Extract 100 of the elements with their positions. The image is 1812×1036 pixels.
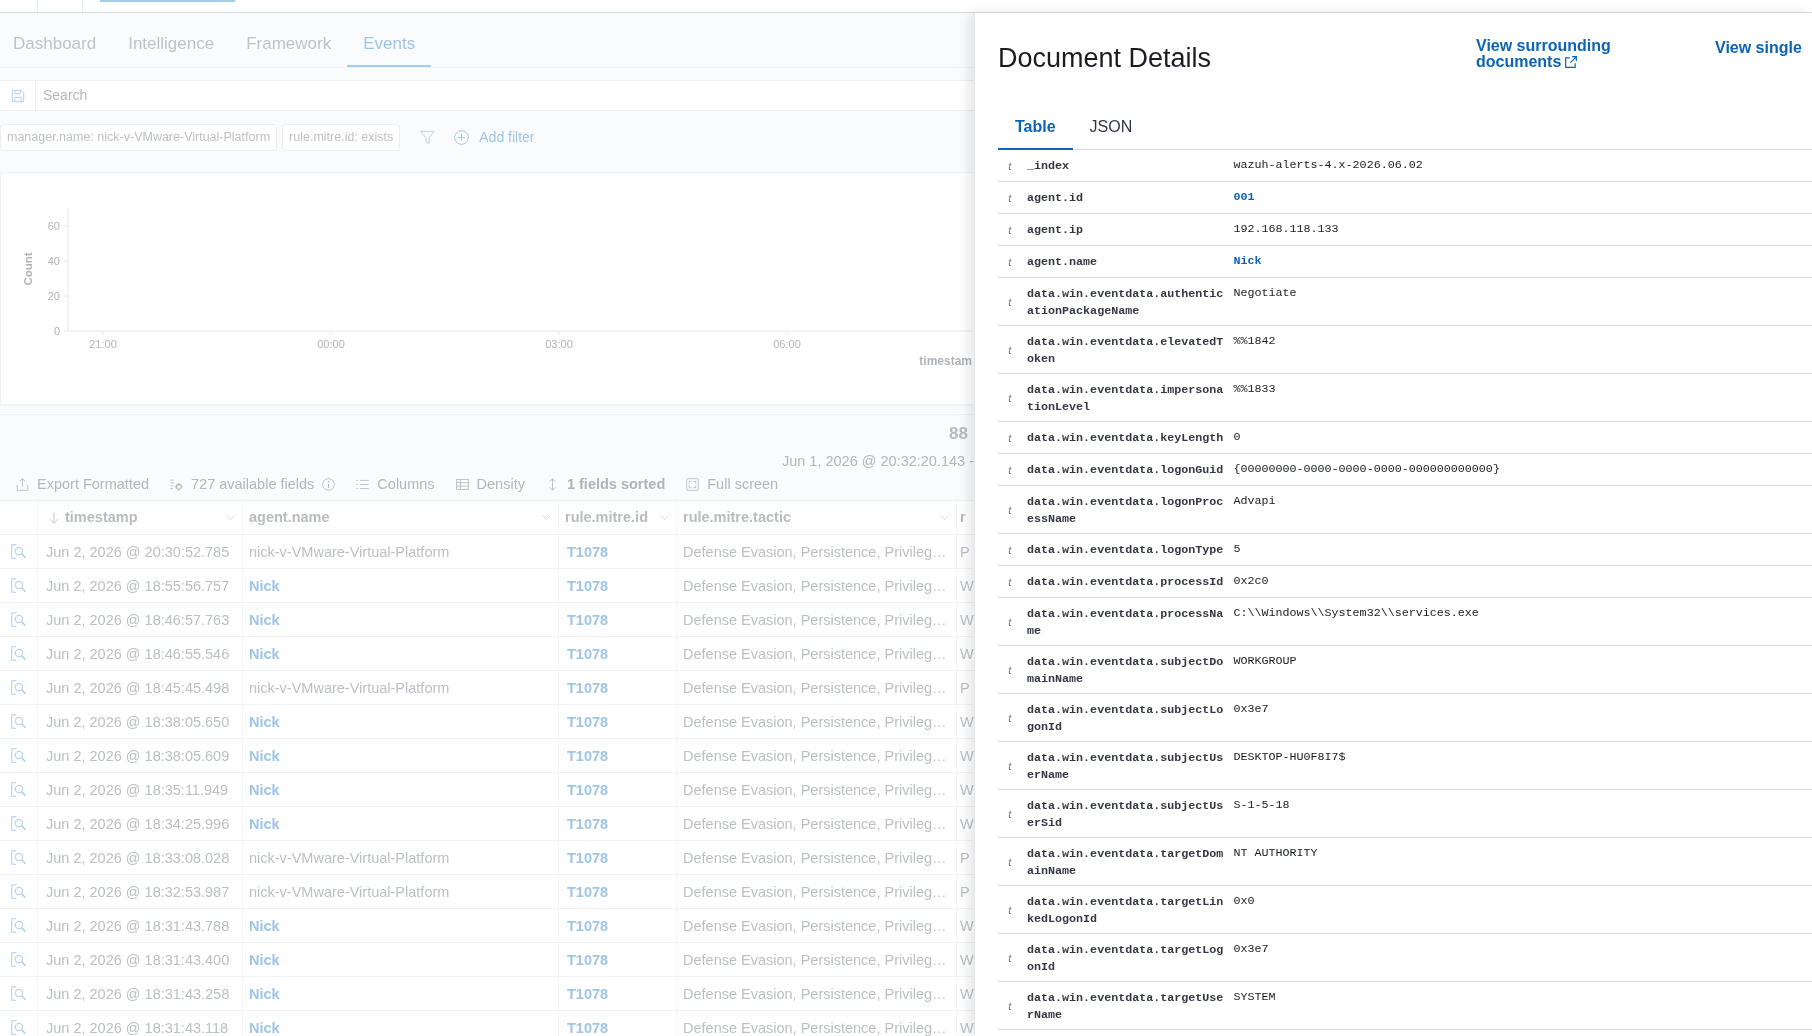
agent-link[interactable]: Nick [249, 610, 280, 629]
nav-tab[interactable]: Intelligence [112, 13, 231, 67]
agent-link[interactable]: Nick [249, 644, 280, 663]
document-magnifier-icon[interactable] [11, 782, 26, 797]
truncated-text: W [960, 814, 974, 833]
timestamp-text: Jun 2, 2026 @ 18:31:43.258 [46, 984, 230, 1003]
technique-link[interactable]: T1078 [567, 950, 609, 969]
column-header[interactable]: rule.mitre.tactic [677, 501, 956, 534]
add-filter-button[interactable]: Add filter [454, 127, 535, 148]
nav-tab[interactable]: Framework [230, 13, 348, 67]
agent-link[interactable]: Nick [249, 576, 280, 595]
tactic-text: Defense Evasion, Persistence, Privileg… [683, 984, 947, 1003]
document-magnifier-icon[interactable] [11, 544, 26, 559]
technique-link[interactable]: T1078 [567, 576, 609, 595]
x-tick-label: 06:00 [773, 338, 801, 350]
document-magnifier-icon[interactable] [11, 612, 26, 627]
document-magnifier-icon[interactable] [11, 578, 26, 593]
truncated-text: W [960, 950, 974, 969]
technique-link[interactable]: T1078 [567, 780, 609, 799]
document-magnifier-icon[interactable] [11, 918, 26, 933]
tactic-text: Defense Evasion, Persistence, Privileg… [683, 712, 947, 731]
agent-link[interactable]: Nick [249, 780, 280, 799]
column-header[interactable]: rule.mitre.id [559, 501, 676, 534]
tactic-text: Defense Evasion, Persistence, Privileg… [683, 678, 947, 697]
density-button[interactable]: Density [455, 474, 525, 494]
column-header[interactable]: agent.name [243, 501, 558, 534]
field-value-link[interactable]: 001 [1233, 189, 1255, 206]
agent-link[interactable]: Nick [249, 916, 280, 935]
document-magnifier-icon[interactable] [11, 986, 26, 1001]
fullscreen-button[interactable]: Full screen [686, 474, 779, 494]
sort-button[interactable]: 1 fields sorted [545, 474, 666, 494]
field-type-token: t [1008, 807, 1012, 820]
nav-tab[interactable]: Events [347, 13, 432, 67]
nav-tab[interactable]: Dashboard [0, 13, 113, 67]
technique-link[interactable]: T1078 [567, 644, 609, 663]
save-icon[interactable] [10, 88, 25, 103]
technique-link[interactable]: T1078 [567, 678, 609, 697]
timestamp-text: Jun 2, 2026 @ 18:46:55.546 [46, 644, 230, 663]
technique-link[interactable]: T1078 [567, 848, 609, 867]
agent-link[interactable]: Nick [249, 712, 280, 731]
technique-link[interactable]: T1078 [567, 610, 609, 629]
flyout-tab[interactable]: JSON [1072, 108, 1150, 150]
tactic-text: Defense Evasion, Persistence, Privileg… [683, 610, 947, 629]
document-magnifier-icon[interactable] [11, 646, 26, 661]
field-type-token: t [1008, 159, 1012, 172]
technique-link[interactable]: T1078 [567, 542, 609, 561]
agent-link[interactable]: Nick [249, 814, 280, 833]
technique-link[interactable]: T1078 [567, 882, 609, 901]
truncated-text: P [960, 542, 970, 561]
plus-circle-icon [454, 130, 470, 145]
fields-button[interactable]: 727 available fields [170, 474, 336, 494]
agent-link[interactable]: Nick [249, 746, 280, 765]
field-name: agent.id [1027, 190, 1085, 207]
truncated-text: W [960, 746, 974, 765]
field-value: WORKGROUP [1233, 653, 1297, 670]
document-magnifier-icon[interactable] [11, 850, 26, 865]
timestamp-text: Jun 2, 2026 @ 18:38:05.609 [46, 746, 230, 765]
filter-pill[interactable]: rule.mitre.id: exists [282, 124, 401, 151]
technique-link[interactable]: T1078 [567, 984, 609, 1003]
truncated-text: W [960, 780, 974, 799]
agent-link[interactable]: Nick [249, 950, 280, 969]
technique-link[interactable]: T1078 [567, 1018, 609, 1036]
field-type-token: t [1008, 663, 1012, 676]
flyout-tab[interactable]: Table [998, 108, 1073, 150]
column-header[interactable]: r [957, 501, 974, 534]
agent-name-text: nick-v-VMware-Virtual-Platform [249, 882, 450, 901]
field-value: 192.168.118.133 [1233, 221, 1339, 238]
export-button[interactable]: Export Formatted [16, 474, 149, 494]
single-document-link[interactable]: View single [1715, 40, 1802, 56]
axis-title: Count [22, 252, 34, 286]
document-magnifier-icon[interactable] [11, 680, 26, 695]
columns-button[interactable]: Columns [356, 474, 435, 494]
technique-link[interactable]: T1078 [567, 814, 609, 833]
document-magnifier-icon[interactable] [11, 884, 26, 899]
tactic-text: Defense Evasion, Persistence, Privileg… [683, 950, 947, 969]
external-link-icon [1565, 56, 1578, 68]
field-value: Negotiate [1233, 285, 1297, 302]
document-magnifier-icon[interactable] [11, 816, 26, 831]
technique-link[interactable]: T1078 [567, 746, 609, 765]
tactic-text: Defense Evasion, Persistence, Privileg… [683, 916, 947, 935]
field-type-token: t [1008, 999, 1012, 1012]
document-magnifier-icon[interactable] [11, 714, 26, 729]
field-type-token: t [1008, 255, 1012, 268]
surrounding-documents-link[interactable]: View surrounding documents [1476, 38, 1636, 70]
column-header[interactable]: timestamp [38, 501, 242, 534]
timestamp-text: Jun 2, 2026 @ 18:33:08.028 [46, 848, 230, 867]
field-value: %%1842 [1233, 333, 1276, 350]
field-name: data.win.eventdata.processName [1027, 606, 1225, 640]
technique-link[interactable]: T1078 [567, 916, 609, 935]
field-type-token: t [1008, 759, 1012, 772]
field-value-link[interactable]: Nick [1233, 253, 1262, 270]
agent-link[interactable]: Nick [249, 984, 280, 1003]
filter-icon[interactable] [420, 130, 436, 145]
field-type-token: t [1008, 615, 1012, 628]
filter-pill[interactable]: manager.name: nick-v-VMware-Virtual-Platform [0, 124, 278, 151]
document-magnifier-icon[interactable] [11, 952, 26, 967]
document-magnifier-icon[interactable] [11, 1020, 26, 1035]
agent-link[interactable]: Nick [249, 1018, 280, 1036]
technique-link[interactable]: T1078 [567, 712, 609, 731]
document-magnifier-icon[interactable] [11, 748, 26, 763]
